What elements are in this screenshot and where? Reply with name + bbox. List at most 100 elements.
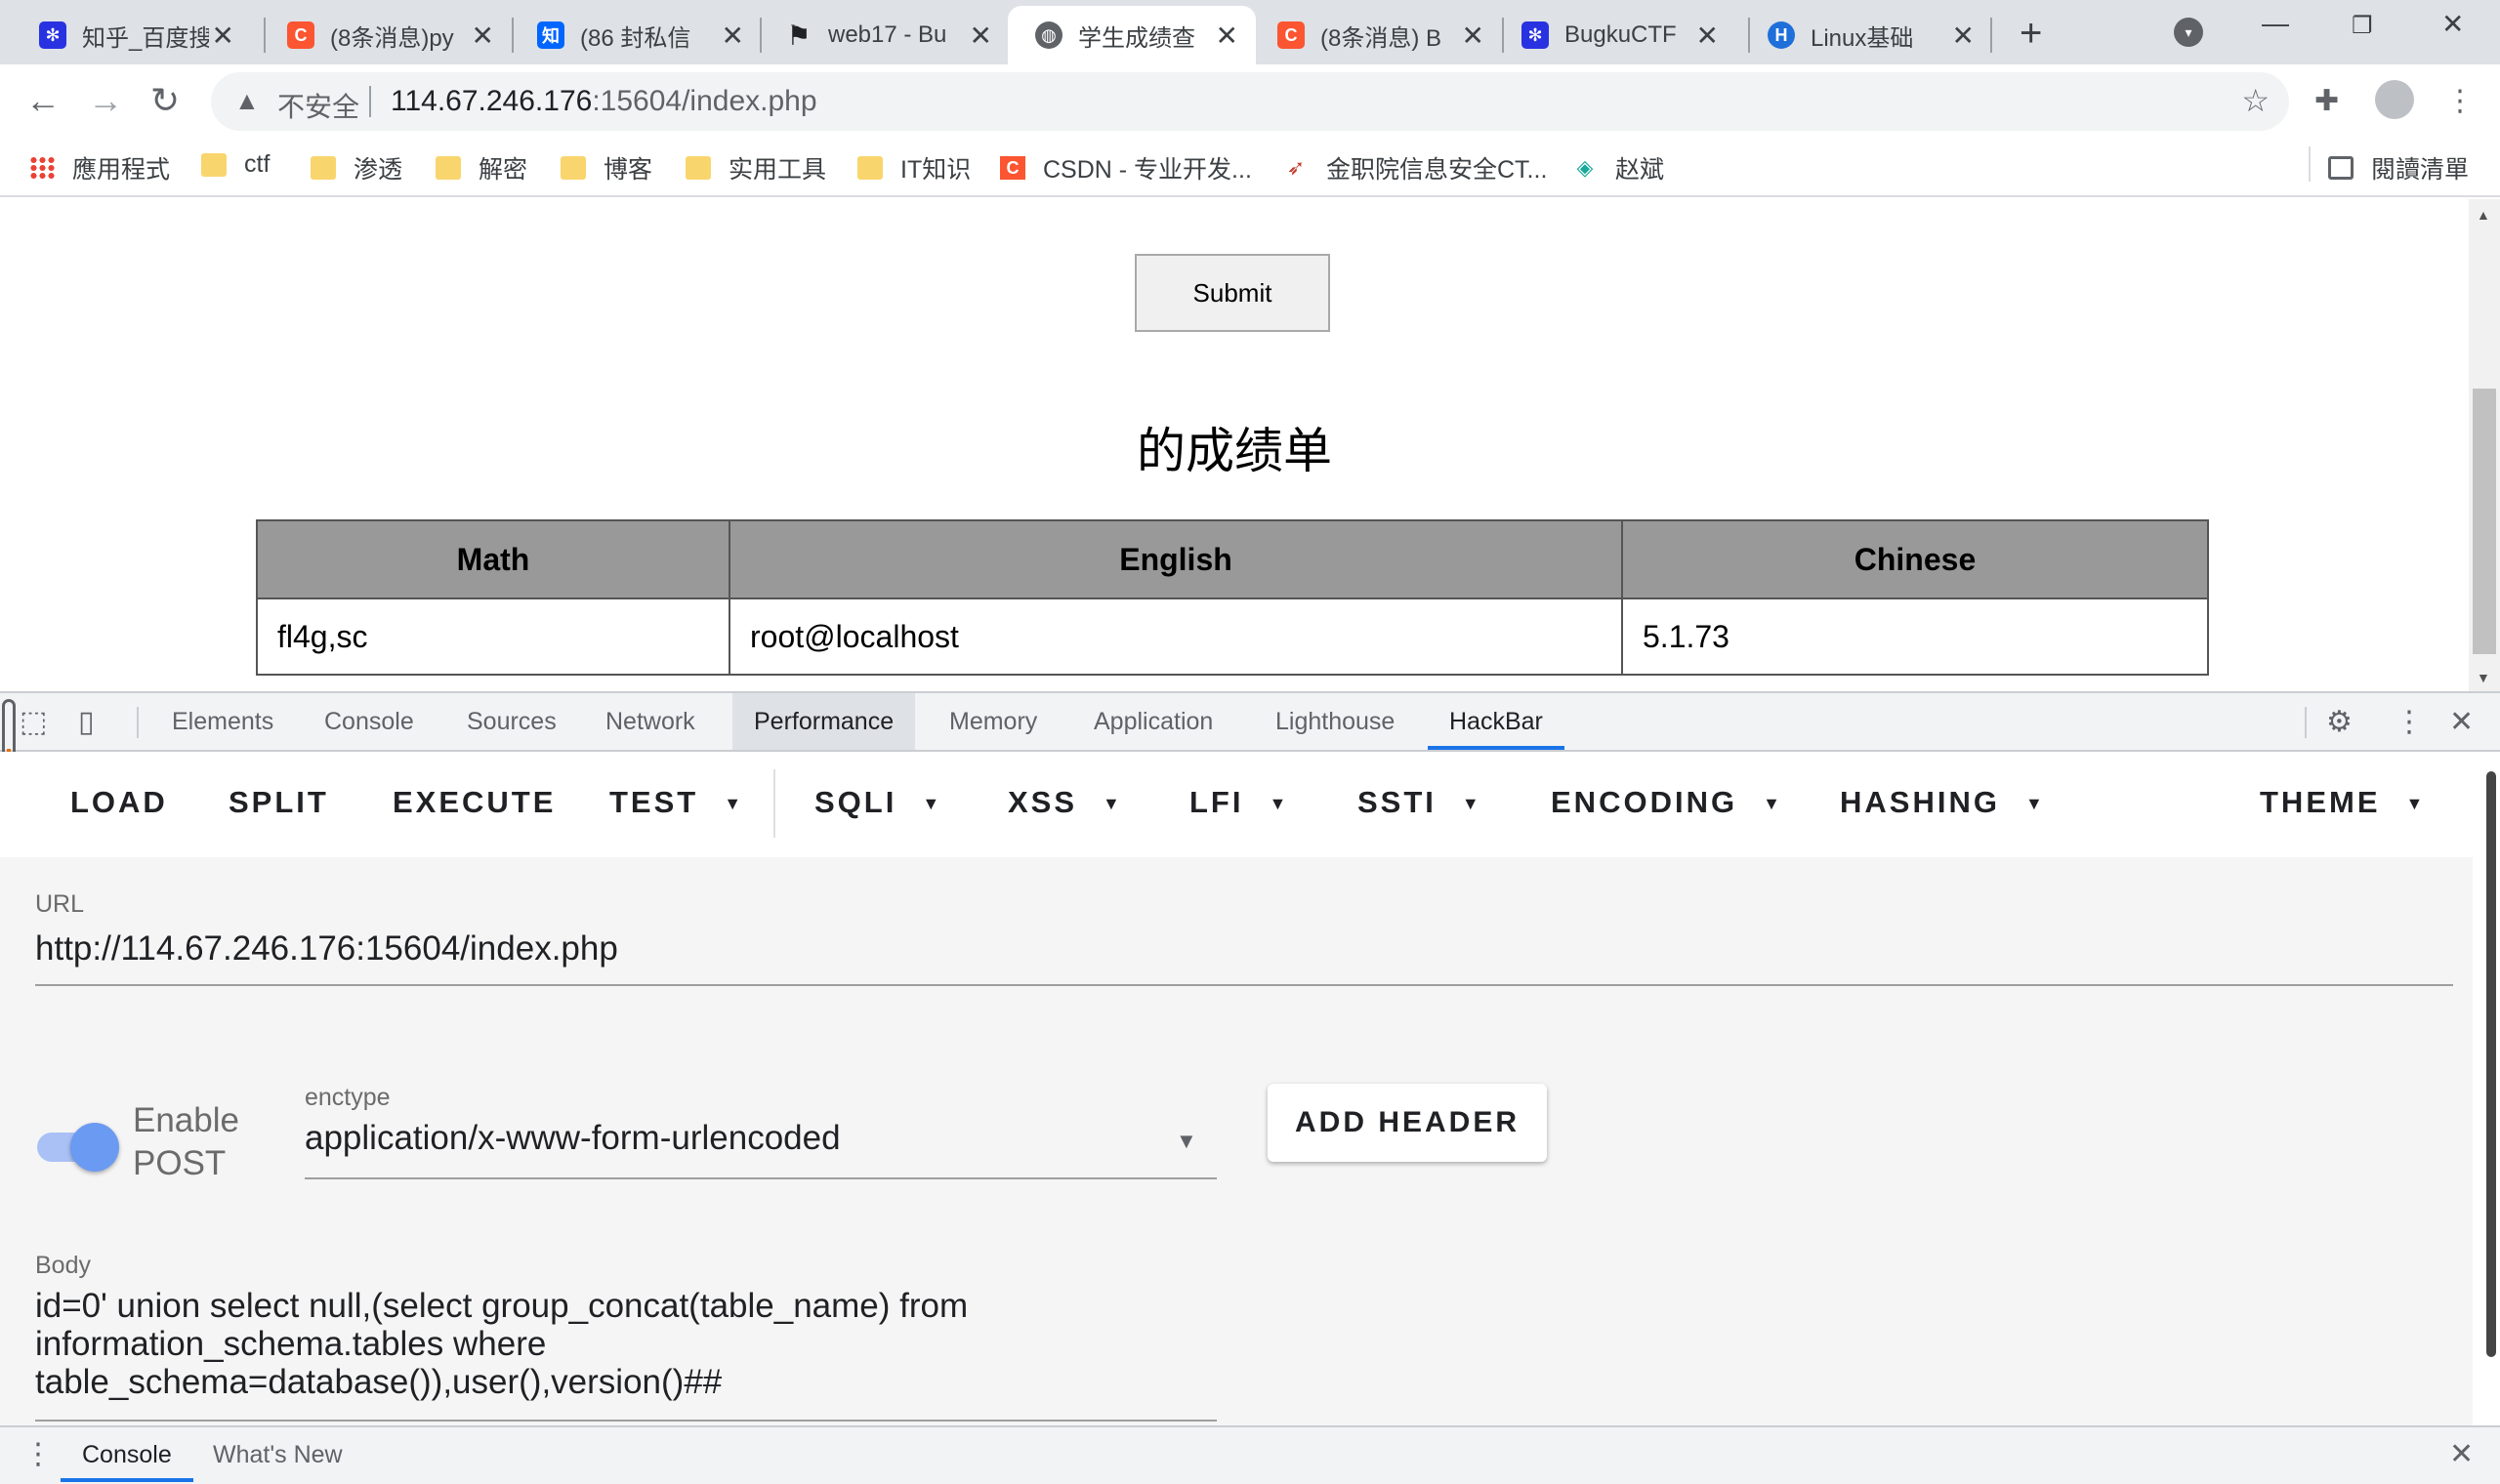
scroll-up-icon[interactable]: ▲ [2477,207,2490,223]
split-button[interactable]: SPLIT [229,785,329,820]
extensions-icon[interactable]: ✚ [2314,84,2339,118]
folder-icon [436,156,461,180]
bookmark-folder-it[interactable]: IT知识 [857,150,971,186]
lfi-menu-button[interactable]: LFI ▼ [1189,785,1289,820]
browser-tab-8[interactable]: H Linux基础 ✕ [1729,6,1992,64]
encoding-menu-button[interactable]: ENCODING ▼ [1551,785,1783,820]
dropdown-caret-icon[interactable]: ▼ [1176,1129,1197,1154]
minimize-icon[interactable]: — [2262,8,2289,39]
page-scrollbar-thumb[interactable] [2473,389,2496,654]
close-tab-icon[interactable]: ✕ [212,20,234,52]
url-input[interactable]: http://114.67.246.176:15604/index.php [35,929,618,969]
bookmark-folder-decrypt[interactable]: 解密 [436,150,527,186]
url-label: URL [35,890,85,918]
hackbar-scrollbar-thumb[interactable] [2486,771,2496,1357]
bookmark-folder-ctf[interactable]: ctf [201,150,270,179]
sqli-menu-button[interactable]: SQLI ▼ [814,785,942,820]
devtools-tab-application[interactable]: Application [1072,693,1234,750]
browser-tab-1[interactable]: ✻ 知乎_百度搜 ✕ [0,6,252,64]
enctype-select[interactable]: application/x-www-form-urlencoded [305,1119,841,1158]
inspect-element-icon[interactable]: ⬚ [20,705,47,739]
tab-title: 学生成绩查 [1078,24,1195,52]
submit-button[interactable]: Submit [1135,254,1330,332]
devtools-tab-elements[interactable]: Elements [150,693,295,750]
warning-icon: ▲ [234,86,260,115]
reload-icon[interactable]: ↻ [150,80,180,121]
drawer-tab-console[interactable]: Console [61,1427,193,1482]
browser-tab-6[interactable]: C (8条消息) B ✕ [1254,6,1502,64]
page-viewport: Submit 的成绩单 Math English Chinese fl4g,sc… [0,199,2469,691]
execute-button[interactable]: EXECUTE [393,785,556,820]
bookmark-apps[interactable]: 應用程式 [29,150,170,186]
browser-tab-7[interactable]: ✻ BugkuCTF ✕ [1482,6,1736,64]
window-close-icon[interactable]: ✕ [2441,8,2464,40]
folder-icon [686,156,711,180]
caret-down-icon: ▼ [1103,794,1123,814]
profile-avatar-icon[interactable] [2375,80,2414,119]
new-tab-icon[interactable]: + [2020,12,2042,56]
close-tab-icon[interactable]: ✕ [1696,20,1719,52]
devtools-close-icon[interactable]: ✕ [2449,705,2474,739]
devtools-tab-performance[interactable]: Performance [732,693,916,750]
drawer-tab-whats-new[interactable]: What's New [191,1427,364,1482]
close-tab-icon[interactable]: ✕ [472,20,494,52]
test-menu-button[interactable]: TEST ▼ [609,785,744,820]
ssti-menu-button[interactable]: SSTI ▼ [1357,785,1482,820]
close-tab-icon[interactable]: ✕ [722,20,744,52]
caret-down-icon: ▼ [2024,794,2046,814]
bookmark-zhaobin[interactable]: ◈ 赵斌 [1572,150,1664,186]
cell-chinese: 5.1.73 [1621,598,2209,676]
bookmark-folder-tools[interactable]: 实用工具 [686,150,826,186]
report-title: 的成绩单 [1137,424,1332,478]
forward-icon[interactable]: → [88,80,123,121]
restore-icon[interactable]: ❐ [2352,12,2373,40]
close-tab-icon[interactable]: ✕ [1952,20,1975,52]
device-toolbar-icon[interactable]: ▯ [78,705,95,739]
insecure-label[interactable]: 不安全 [277,86,359,125]
browser-tab-active[interactable]: ◍ 学生成绩查 ✕ [1008,6,1256,64]
tab-search-icon[interactable]: ▾ [2174,18,2203,47]
close-tab-icon[interactable]: ✕ [1216,20,1238,52]
theme-menu-button[interactable]: THEME ▼ [2260,785,2426,820]
devtools-tab-network[interactable]: Network [584,693,717,750]
url-text[interactable]: 114.67.246.176:15604/index.php [391,85,817,118]
settings-gear-icon[interactable]: ⚙ [2326,705,2353,739]
back-icon[interactable]: ← [25,80,61,121]
bookmark-jzy[interactable]: ➶ 金职院信息安全CT... [1283,150,1548,186]
add-header-button[interactable]: ADD HEADER [1268,1084,1547,1162]
reading-list-button[interactable]: 閱讀清單 [2328,150,2469,186]
page-scrollbar[interactable]: ▲ ▼ [2469,199,2500,691]
bookmark-star-icon[interactable]: ☆ [2241,82,2270,119]
body-textarea[interactable]: id=0' union select null,(select group_co… [35,1287,1217,1401]
devtools-tab-sources[interactable]: Sources [445,693,578,750]
enable-post-label: Enable POST [133,1101,239,1182]
browser-toolbar: ← → ↻ ▲ 不安全 114.67.246.176:15604/index.p… [0,64,2500,139]
browser-tab-4[interactable]: ⚑ web17 - Bu ✕ [746,6,1010,64]
close-tab-icon[interactable]: ✕ [970,20,992,52]
devtools-tab-console[interactable]: Console [303,693,436,750]
devtools-tab-hackbar[interactable]: HackBar [1428,693,1564,750]
address-bar[interactable]: ▲ 不安全 114.67.246.176:15604/index.php ☆ [211,72,2289,131]
bookmark-csdn[interactable]: C CSDN - 专业开发... [1000,150,1252,186]
enable-post-toggle-knob[interactable] [70,1123,119,1172]
bookmark-folder-pentest[interactable]: 渗透 [311,150,402,186]
bookmark-folder-blog[interactable]: 博客 [561,150,652,186]
xss-menu-button[interactable]: XSS ▼ [1008,785,1123,820]
browser-tab-3[interactable]: 知 (86 封私信 ✕ [498,6,762,64]
hashing-menu-button[interactable]: HASHING ▼ [1840,785,2046,820]
drawer-menu-icon[interactable]: ⋮ [23,1437,53,1471]
more-menu-icon[interactable]: ⋮ [2445,84,2475,118]
tab-title: web17 - Bu [828,21,947,48]
devtools-tab-memory[interactable]: Memory [928,693,1059,750]
scroll-down-icon[interactable]: ▼ [2477,670,2490,685]
drawer-close-icon[interactable]: ✕ [2449,1437,2474,1471]
devtools-more-icon[interactable]: ⋮ [2395,705,2424,739]
devtools-tab-lighthouse[interactable]: Lighthouse [1254,693,1416,750]
load-button[interactable]: LOAD [70,785,168,820]
close-tab-icon[interactable]: ✕ [1462,20,1484,52]
hackbar-scrollbar[interactable] [2473,752,2500,1425]
cell-math: fl4g,sc [256,598,730,676]
browser-tab-2[interactable]: C (8条消息)py ✕ [248,6,512,64]
zhihu-icon: 知 [537,21,564,49]
table-header-row: Math English Chinese [256,519,2209,599]
